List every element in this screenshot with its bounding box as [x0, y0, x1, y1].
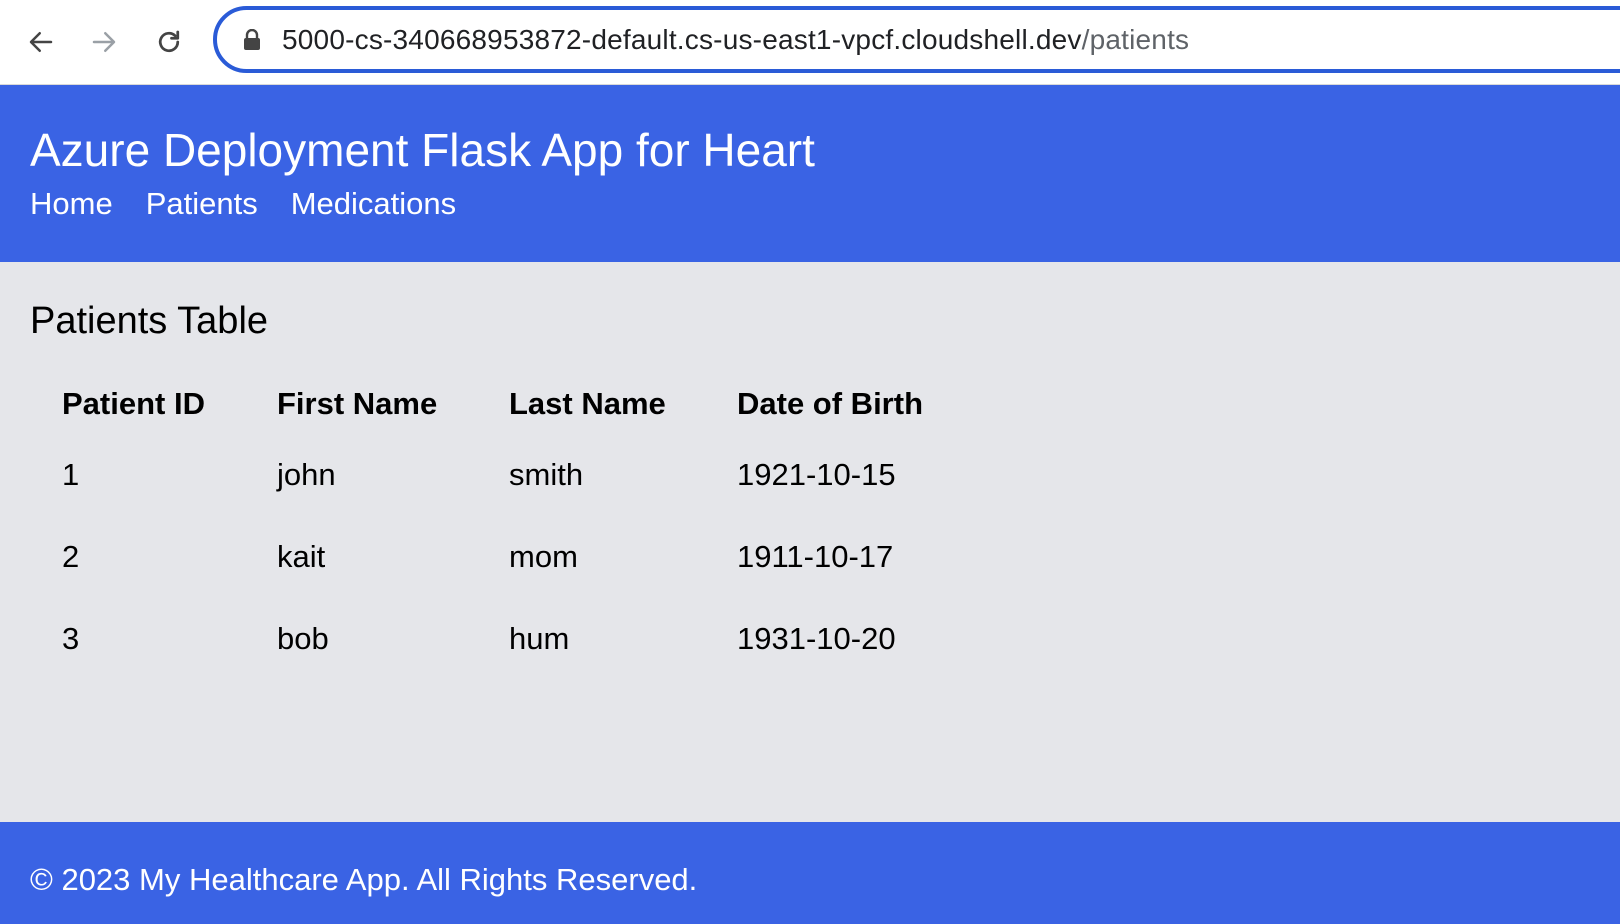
table-header-row: Patient ID First Name Last Name Date of … [46, 374, 973, 434]
browser-toolbar: 5000-cs-340668953872-default.cs-us-east1… [0, 0, 1620, 85]
copyright-text: © 2023 My Healthcare App. All Rights Res… [30, 862, 698, 897]
url-host: 5000-cs-340668953872-default.cs-us-east1… [282, 24, 1082, 55]
table-row: 1 john smith 1921-10-15 [46, 434, 973, 516]
page-title: Patients Table [30, 300, 269, 342]
table-row: 2 kait mom 1911-10-17 [46, 516, 973, 598]
cell-patient-id: 1 [62, 457, 80, 492]
table-row: 3 bob hum 1931-10-20 [46, 598, 973, 680]
cell-date-of-birth: 1911-10-17 [737, 539, 894, 574]
app-footer: © 2023 My Healthcare App. All Rights Res… [0, 822, 1620, 924]
url-text[interactable]: 5000-cs-340668953872-default.cs-us-east1… [282, 24, 1189, 56]
forward-arrow-icon [92, 32, 116, 52]
nav-link-home[interactable]: Home [30, 186, 113, 222]
address-bar[interactable]: 5000-cs-340668953872-default.cs-us-east1… [213, 6, 1620, 73]
forward-button[interactable] [84, 22, 124, 62]
cell-date-of-birth: 1921-10-15 [737, 457, 896, 492]
cell-last-name: mom [509, 539, 578, 574]
cell-first-name: bob [277, 621, 329, 656]
back-arrow-icon [29, 32, 53, 52]
reload-button[interactable] [149, 22, 189, 62]
lock-icon [244, 29, 260, 50]
cell-last-name: smith [509, 457, 584, 492]
cell-date-of-birth: 1931-10-20 [737, 621, 896, 656]
cell-last-name: hum [509, 621, 570, 656]
reload-icon [158, 30, 180, 53]
app-title: Azure Deployment Flask App for Heart [30, 124, 815, 176]
patients-table: Patient ID First Name Last Name Date of … [46, 374, 973, 680]
cell-patient-id: 2 [62, 539, 80, 574]
main-content: Patients Table Patient ID First Name Las… [0, 262, 1620, 822]
column-header-last-name: Last Name [509, 386, 666, 421]
cell-patient-id: 3 [62, 621, 80, 656]
nav-link-medications[interactable]: Medications [291, 186, 456, 222]
column-header-date-of-birth: Date of Birth [737, 386, 923, 421]
cell-first-name: kait [277, 539, 326, 574]
app-header: Azure Deployment Flask App for Heart Hom… [0, 85, 1620, 262]
cell-first-name: john [277, 457, 336, 492]
url-path: /patients [1081, 24, 1190, 55]
column-header-first-name: First Name [277, 386, 438, 421]
back-button[interactable] [21, 22, 61, 62]
main-nav: Home Patients Medications [30, 186, 456, 222]
nav-link-patients[interactable]: Patients [146, 186, 258, 222]
column-header-patient-id: Patient ID [62, 386, 205, 421]
